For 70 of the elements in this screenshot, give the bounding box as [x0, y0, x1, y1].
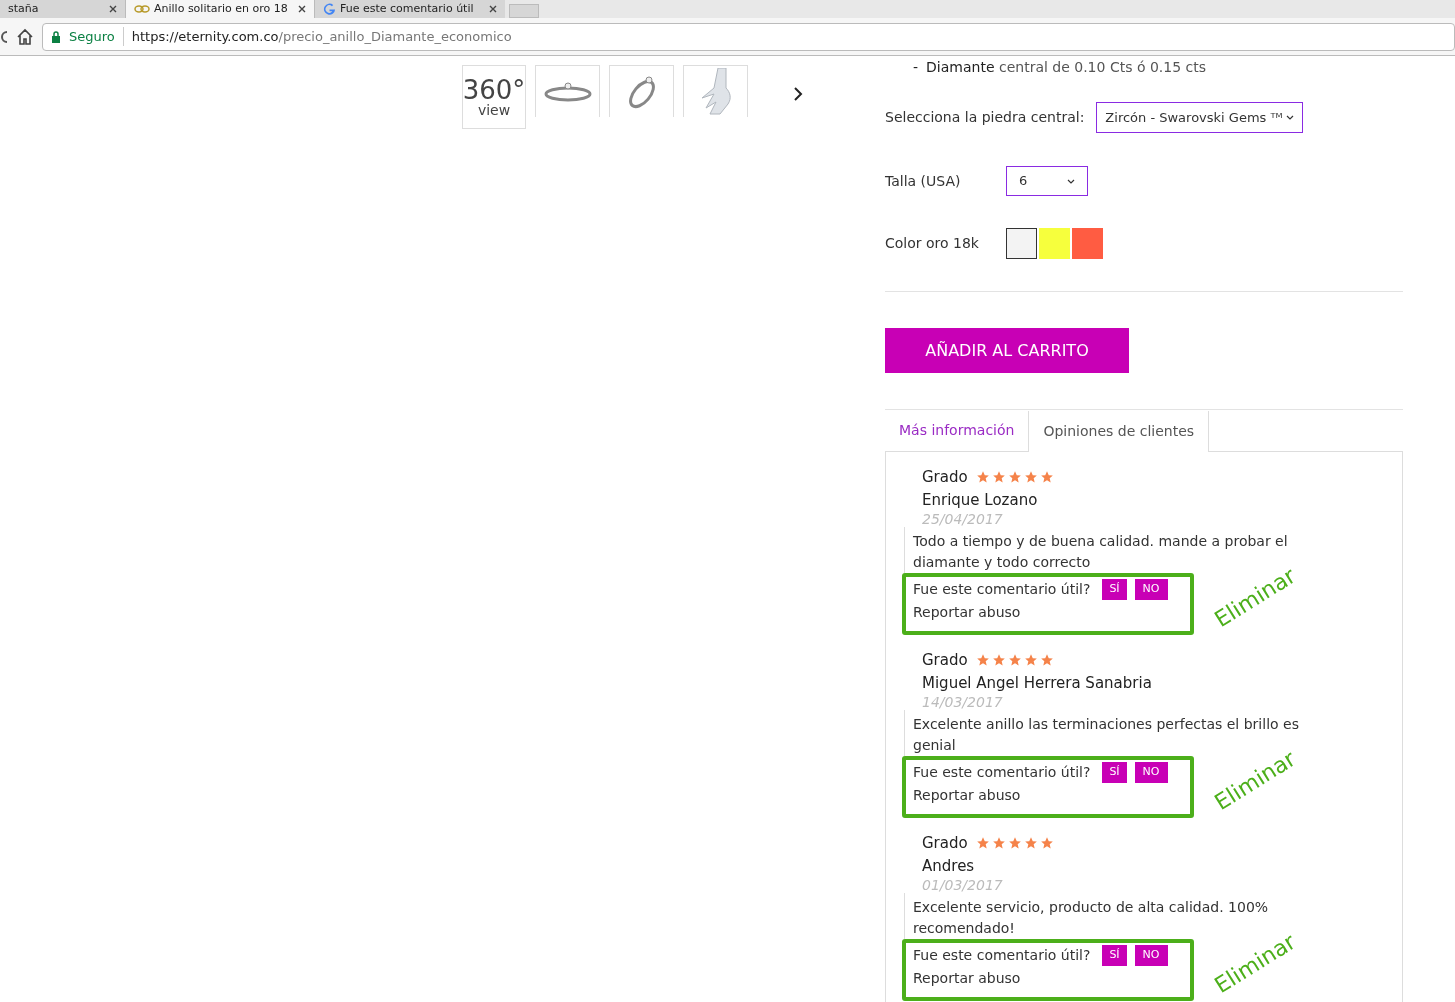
close-icon[interactable] [109, 5, 117, 13]
close-icon[interactable] [489, 5, 497, 13]
browser-tab[interactable]: staña [0, 0, 125, 18]
grade-label: Grado [922, 650, 968, 671]
star-icon [1039, 836, 1054, 851]
home-icon[interactable] [16, 27, 34, 46]
review-date: 01/03/2017 [921, 877, 1004, 893]
star-icon [1007, 836, 1022, 851]
stone-label: Selecciona la piedra central: [885, 108, 1085, 127]
grade-label: Grado [922, 467, 968, 488]
yes-button[interactable]: SÍ [1102, 945, 1127, 966]
stone-select[interactable]: Zircón - Swarovski Gems ᵀᴹ [1096, 102, 1304, 133]
no-button[interactable]: NO [1134, 579, 1168, 600]
review-text: Todo a tiempo y de buena calidad. mande a probar el diamante y todo correcto [913, 532, 1288, 570]
browser-tab[interactable]: Anillo solitario en oro 18 [125, 0, 315, 18]
star-icon [975, 836, 990, 851]
size-label: Talla (USA) [885, 171, 962, 191]
tab[interactable]: Más información [885, 410, 1029, 451]
chevron-down-icon [1286, 115, 1295, 120]
no-button[interactable]: NO [1134, 945, 1168, 966]
chevron-right-icon[interactable] [793, 86, 803, 102]
helpful-question: Fue este comentario útil? [913, 946, 1091, 965]
url-text: https://eternity.com.co/precio_anillo_Diamante_economico [131, 27, 512, 46]
rings-icon [134, 5, 150, 13]
g-letter-icon [323, 2, 336, 16]
helpful-question: Fue este comentario útil? [913, 763, 1091, 782]
grade-label: Grado [922, 833, 968, 854]
report-abuse-link[interactable]: Reportar abuso [913, 785, 1183, 806]
finish-label: Color oro 18k [885, 234, 980, 253]
color-swatch[interactable] [1006, 228, 1037, 259]
yes-button[interactable]: SÍ [1102, 579, 1127, 600]
chevron-down-icon [1067, 178, 1075, 184]
no-button[interactable]: NO [1134, 762, 1168, 783]
star-icon [975, 470, 990, 485]
color-swatch[interactable] [1072, 228, 1103, 259]
star-icon [1007, 470, 1022, 485]
color-swatch[interactable] [1039, 228, 1070, 259]
star-icon [975, 653, 990, 668]
view-360-thumbnail[interactable]: 360° view [462, 65, 526, 129]
star-icon [1023, 836, 1038, 851]
secure-label: Seguro [69, 26, 124, 47]
size-select[interactable]: 6 [1006, 166, 1088, 196]
review-text: Excelente servicio, producto de alta calidad. 100% recomendado! [913, 898, 1269, 936]
reviewer-name: Enrique Lozano [921, 489, 1039, 511]
add-to-cart-button[interactable]: AÑADIR AL CARRITO [885, 328, 1129, 373]
lock-icon [51, 30, 61, 43]
star-icon [1007, 653, 1022, 668]
helpful-question: Fue este comentario útil? [913, 580, 1091, 599]
star-icon [991, 470, 1006, 485]
close-icon[interactable] [298, 5, 306, 13]
review-date: 25/04/2017 [921, 511, 1004, 527]
report-abuse-link[interactable]: Reportar abuso [913, 968, 1183, 989]
review-date: 14/03/2017 [921, 694, 1004, 710]
spec-text: Diamante central de 0.10 Cts ó 0.15 cts [926, 58, 1206, 77]
star-icon [991, 836, 1006, 851]
reload-icon[interactable] [0, 29, 8, 44]
reviewer-name: Miguel Angel Herrera Sanabria [921, 672, 1153, 694]
report-abuse-link[interactable]: Reportar abuso [913, 602, 1183, 623]
review-text: Excelente anillo las terminaciones perfectas el brillo es genial [913, 715, 1300, 753]
yes-button[interactable]: SÍ [1102, 762, 1127, 783]
bullet-dash: - [913, 58, 919, 77]
star-icon [1023, 470, 1038, 485]
browser-tab[interactable]: Fue este comentario útil [315, 0, 505, 18]
star-icon [1039, 470, 1054, 485]
star-icon [1039, 653, 1054, 668]
star-icon [991, 653, 1006, 668]
address-bar[interactable]: Seguro https://eternity.com.co/precio_anillo_Diamante_economico [42, 22, 1455, 51]
star-icon [1023, 653, 1038, 668]
tab[interactable]: Opiniones de clientes [1028, 411, 1210, 452]
reviewer-name: Andres [921, 855, 976, 877]
